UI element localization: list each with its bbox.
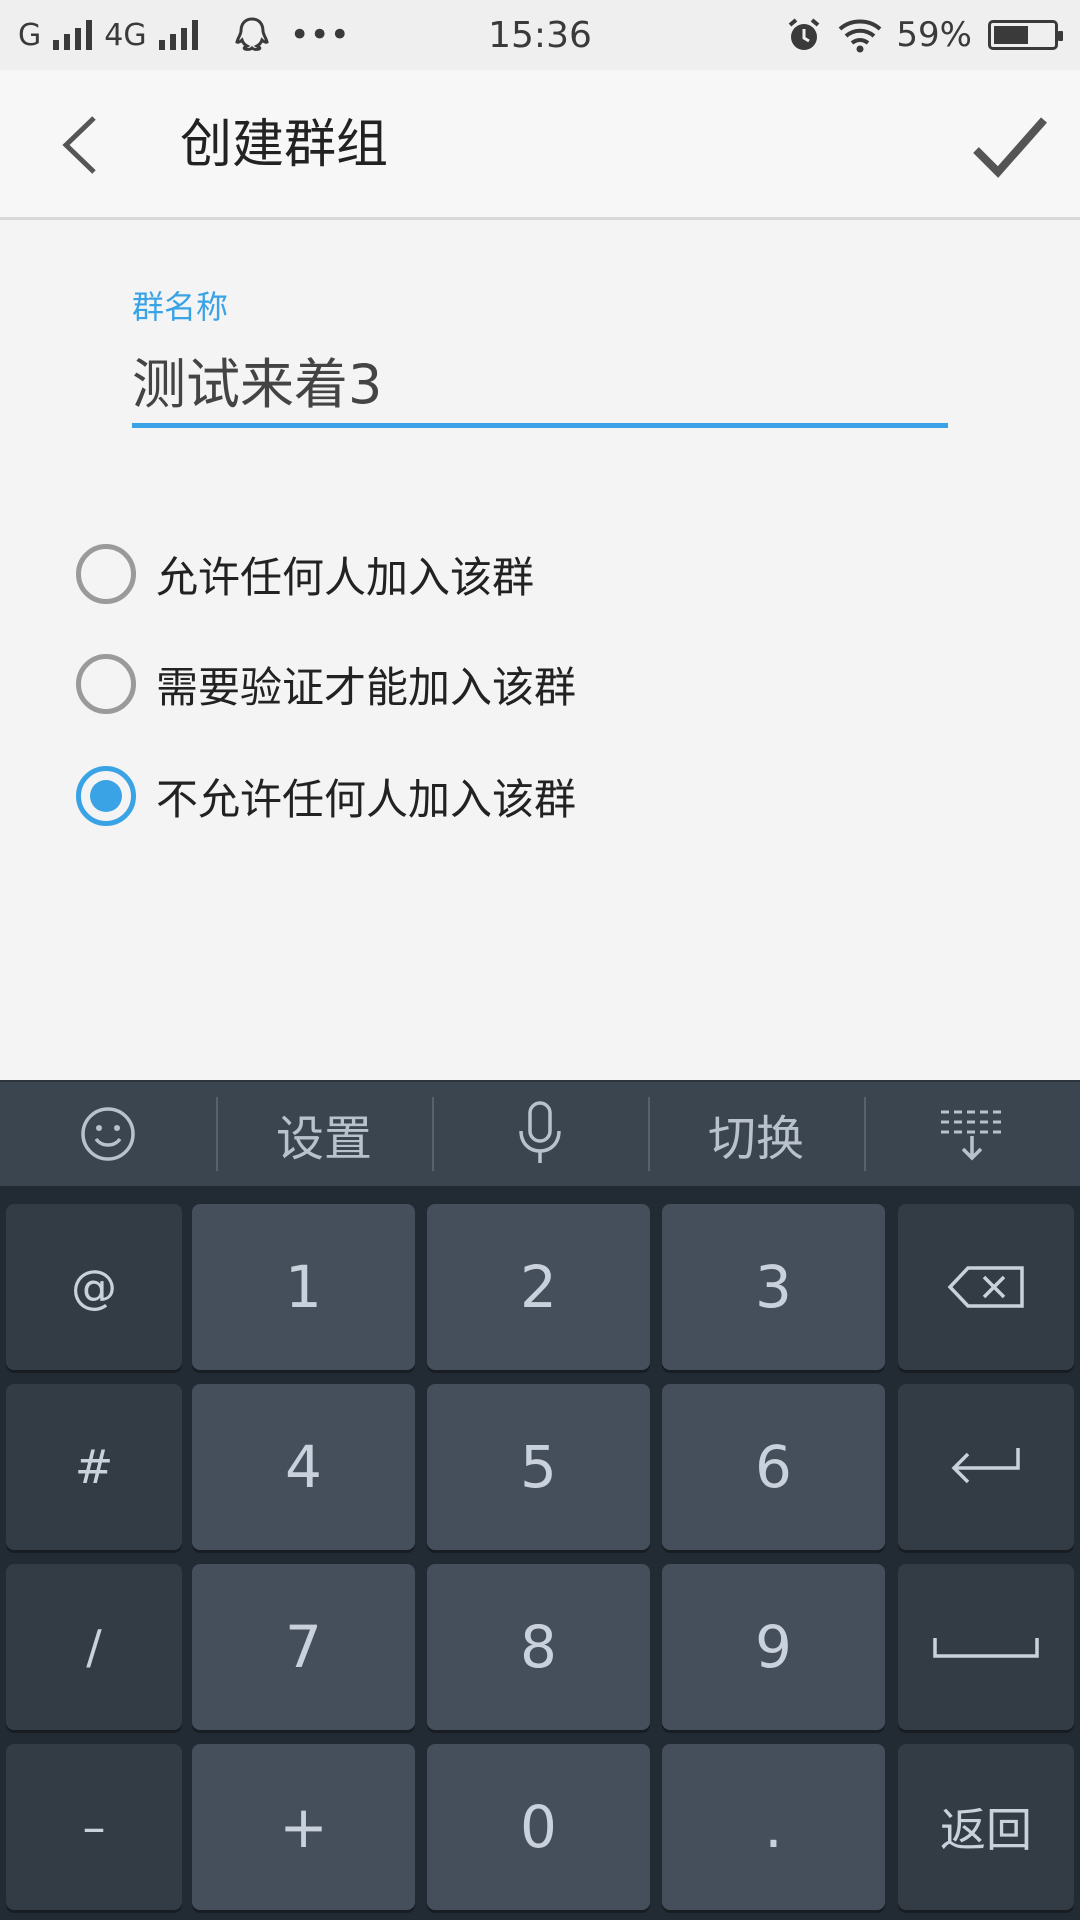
alarm-icon bbox=[789, 18, 820, 50]
app-bar: 创建群组 bbox=[0, 70, 1080, 220]
key[interactable]: – bbox=[6, 1744, 182, 1910]
check-icon bbox=[973, 117, 1047, 178]
radio-button[interactable] bbox=[76, 544, 136, 604]
wifi-icon bbox=[839, 19, 882, 53]
back-button[interactable] bbox=[50, 110, 120, 180]
key[interactable]: 6 bbox=[662, 1384, 885, 1550]
chevron-left-icon bbox=[62, 116, 96, 174]
status-bar: G 4G ••• 15:36 59% bbox=[0, 0, 1080, 70]
radio-button[interactable] bbox=[76, 654, 136, 714]
option-label: 允许任何人加入该群 bbox=[156, 552, 535, 602]
group-name-input[interactable]: 测试来着3 bbox=[132, 350, 382, 420]
key[interactable]: 7 bbox=[192, 1564, 415, 1730]
more-dots-icon: ••• bbox=[289, 15, 350, 55]
key[interactable]: 9 bbox=[662, 1564, 885, 1730]
keyboard: 设置 切换 @1 2 3 #4 5 6 /7 8 9 – +0. 返回 bbox=[0, 1080, 1080, 1920]
enter-icon bbox=[951, 1448, 1020, 1484]
microphone-icon bbox=[519, 1101, 561, 1163]
group-name-underline bbox=[132, 423, 948, 428]
option-require-verification[interactable]: 需要验证才能加入该群 bbox=[76, 652, 576, 716]
key[interactable]: 4 bbox=[192, 1384, 415, 1550]
backspace-icon bbox=[947, 1266, 1024, 1308]
space-icon bbox=[933, 1638, 1039, 1658]
key[interactable]: # bbox=[6, 1384, 182, 1550]
keyboard-toolbar: 设置 切换 bbox=[0, 1080, 1080, 1186]
network-label: 4G bbox=[104, 17, 147, 53]
key[interactable]: 0 bbox=[427, 1744, 650, 1910]
key[interactable]: + bbox=[192, 1744, 415, 1910]
key[interactable]: / bbox=[6, 1564, 182, 1730]
qq-icon bbox=[234, 17, 269, 51]
radio-button[interactable] bbox=[76, 766, 136, 826]
backspace-key[interactable] bbox=[898, 1204, 1074, 1370]
option-label: 需要验证才能加入该群 bbox=[156, 662, 577, 712]
key[interactable]: @ bbox=[6, 1204, 182, 1370]
key[interactable]: . bbox=[662, 1744, 885, 1910]
key[interactable]: 8 bbox=[427, 1564, 650, 1730]
space-key[interactable] bbox=[898, 1564, 1074, 1730]
smiley-icon bbox=[81, 1107, 135, 1161]
group-name-label: 群名称 bbox=[132, 288, 229, 326]
signal-icon bbox=[53, 20, 93, 50]
key[interactable]: 返回 bbox=[898, 1744, 1074, 1910]
key[interactable]: 3 bbox=[662, 1204, 885, 1370]
status-left: G 4G ••• bbox=[18, 15, 350, 55]
emoji-button[interactable] bbox=[0, 1081, 216, 1187]
option-disallow-anyone[interactable]: 不允许任何人加入该群 bbox=[76, 764, 576, 828]
option-allow-anyone[interactable]: 允许任何人加入该群 bbox=[76, 542, 534, 606]
hide-keyboard-button[interactable] bbox=[864, 1081, 1080, 1187]
voice-button[interactable] bbox=[432, 1081, 648, 1187]
key[interactable]: 1 bbox=[192, 1204, 415, 1370]
key[interactable]: 2 bbox=[427, 1204, 650, 1370]
enter-key[interactable] bbox=[898, 1384, 1074, 1550]
confirm-button[interactable] bbox=[970, 108, 1050, 188]
key[interactable]: 5 bbox=[427, 1384, 650, 1550]
status-right: 59% bbox=[784, 15, 1063, 55]
signal-icon-2 bbox=[158, 20, 198, 50]
page-title: 创建群组 bbox=[180, 115, 389, 175]
option-label: 不允许任何人加入该群 bbox=[156, 774, 577, 824]
screen: G 4G ••• 15:36 59% 创建群组 群名称 测试来着3 允许任何人加… bbox=[0, 0, 1080, 1920]
switch-button[interactable]: 切换 bbox=[648, 1081, 864, 1187]
battery-icon bbox=[988, 20, 1063, 50]
settings-button[interactable]: 设置 bbox=[216, 1081, 432, 1187]
carrier-label: G bbox=[18, 17, 42, 53]
keyboard-hide-icon bbox=[941, 1110, 1003, 1161]
battery-percent: 59% bbox=[896, 15, 972, 55]
